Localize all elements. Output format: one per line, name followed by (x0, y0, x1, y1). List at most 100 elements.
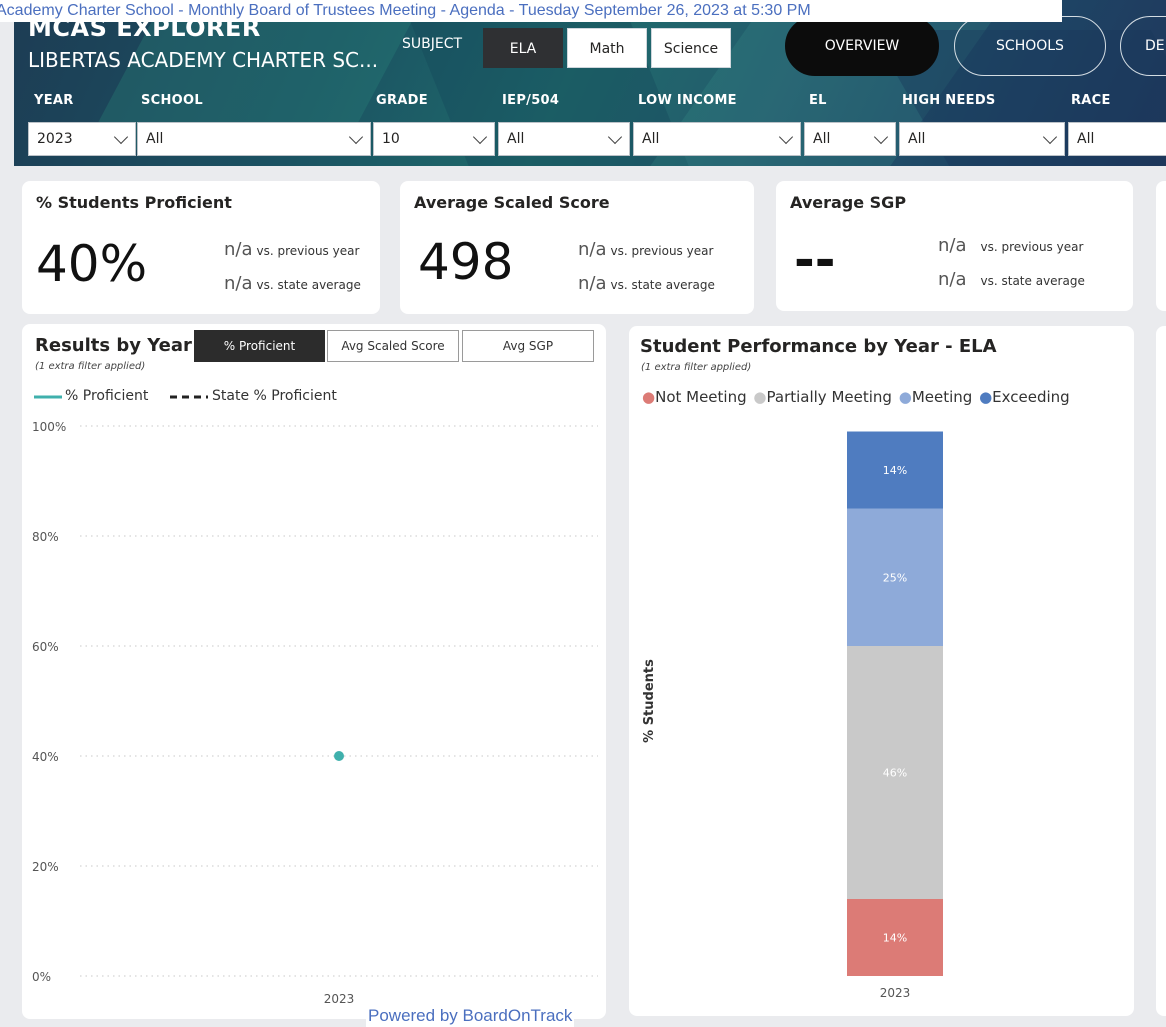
subject-button-ela[interactable]: ELA (483, 28, 563, 68)
school-name: LIBERTAS ACADEMY CHARTER SC... (28, 48, 379, 72)
kpi-state-value: n/a (938, 269, 967, 290)
legend-meeting: Meeting (911, 388, 973, 406)
filter-grade-value: 10 (382, 131, 400, 147)
bar-data-label: 46% (883, 767, 907, 780)
chevron-down-icon (113, 129, 129, 145)
filter-year-dropdown[interactable]: 2023 (28, 122, 136, 156)
filter-label-low-income: LOW INCOME (638, 93, 737, 108)
bar-data-label: 14% (883, 932, 907, 945)
chevron-down-icon (1042, 129, 1058, 145)
kpi-state-compare: n/a vs. state average (578, 273, 715, 294)
subject-button-math[interactable]: Math (567, 28, 647, 68)
filter-school-value: All (146, 131, 164, 147)
filter-label-el: EL (809, 93, 827, 108)
kpi-prev-compare: n/a vs. previous year (938, 235, 1083, 256)
legend-dashed-line-icon (170, 395, 208, 399)
x-tick-label: 2023 (880, 986, 911, 1000)
legend-exceeding: Exceeding (992, 388, 1070, 406)
y-tick-label: 20% (32, 860, 59, 874)
filter-label-race: RACE (1071, 93, 1111, 108)
filter-school-dropdown[interactable]: All (137, 122, 371, 156)
filter-iep-dropdown[interactable]: All (498, 122, 630, 156)
toggle-avg-scaled-score[interactable]: Avg Scaled Score (327, 330, 459, 362)
results-panel-title: Results by Year (35, 335, 192, 356)
filter-el-dropdown[interactable]: All (804, 122, 896, 156)
legend-dot-not-meeting: ● (642, 388, 656, 406)
filter-year-value: 2023 (37, 131, 73, 147)
legend-solid-line-icon (34, 395, 62, 399)
results-line-chart: 0% 20% 40% 60% 80% 100% 2023 (32, 420, 598, 1005)
kpi-prev-label: vs. previous year (980, 240, 1084, 254)
filter-el-value: All (813, 131, 831, 147)
subject-label: SUBJECT (402, 36, 463, 52)
chevron-down-icon (348, 129, 364, 145)
legend-state-proficient: State % Proficient (212, 388, 337, 404)
performance-legend: ●Not Meeting ●Partially Meeting ●Meeting… (642, 388, 1070, 406)
kpi-title: Average SGP (790, 193, 907, 212)
kpi-state-compare: n/a vs. state average (224, 273, 361, 294)
toggle-avg-sgp[interactable]: Avg SGP (462, 330, 594, 362)
data-point (334, 751, 344, 761)
chevron-down-icon (778, 129, 794, 145)
kpi-card-scaled-score: Average Scaled Score 498 n/a vs. previous… (400, 181, 754, 314)
filter-label-grade: GRADE (376, 93, 428, 108)
legend-not-meeting: Not Meeting (655, 388, 747, 406)
legend-proficient: % Proficient (65, 388, 149, 404)
chevron-down-icon (472, 129, 488, 145)
x-tick-label: 2023 (324, 992, 355, 1005)
chevron-down-icon (607, 129, 623, 145)
y-tick-label: 60% (32, 640, 59, 654)
filter-grade-dropdown[interactable]: 10 (373, 122, 495, 156)
legend-dot-partially-meeting: ● (753, 388, 767, 406)
bar-data-label: 14% (883, 464, 907, 477)
legend-partially-meeting: Partially Meeting (766, 388, 892, 406)
performance-panel-subtitle: (1 extra filter applied) (641, 362, 752, 373)
filter-iep-value: All (507, 131, 525, 147)
kpi-state-compare: n/a vs. state average (938, 269, 1085, 290)
kpi-prev-value: n/a (938, 235, 967, 256)
nav-overview[interactable]: OVERVIEW (785, 16, 939, 76)
kpi-prev-value: n/a (578, 239, 607, 260)
legend-dot-exceeding: ● (979, 388, 993, 406)
filter-low-income-dropdown[interactable]: All (633, 122, 801, 156)
y-tick-label: 40% (32, 750, 59, 764)
nav-schools[interactable]: SCHOOLS (954, 16, 1106, 76)
kpi-value: -- (794, 231, 836, 289)
filter-high-needs-dropdown[interactable]: All (899, 122, 1065, 156)
y-axis-label: % Students (642, 659, 657, 743)
kpi-prev-compare: n/a vs. previous year (224, 239, 359, 260)
performance-panel-title: Student Performance by Year - ELA (640, 336, 997, 357)
powered-by-footer: Powered by BoardOnTrack (366, 1005, 575, 1027)
filter-low-income-value: All (642, 131, 660, 147)
filter-label-year: YEAR (34, 93, 74, 108)
filter-label-school: SCHOOL (141, 93, 203, 108)
results-panel-subtitle: (1 extra filter applied) (35, 361, 146, 372)
meeting-banner: Academy Charter School - Monthly Board o… (0, 0, 1062, 22)
kpi-prev-label: vs. previous year (610, 244, 714, 258)
kpi-state-value: n/a (224, 273, 253, 294)
kpi-value: 498 (418, 233, 514, 291)
y-tick-label: 80% (32, 530, 59, 544)
y-tick-label: 0% (32, 970, 51, 984)
kpi-title: Average Scaled Score (414, 193, 610, 212)
bar-data-label: 25% (883, 571, 907, 584)
filter-race-dropdown[interactable]: All (1068, 122, 1166, 156)
kpi-card-proficient: % Students Proficient 40% n/a vs. previou… (22, 181, 380, 314)
kpi-prev-label: vs. previous year (256, 244, 360, 258)
toggle-proficient[interactable]: % Proficient (194, 330, 325, 362)
kpi-state-label: vs. state average (980, 274, 1085, 288)
subject-button-science[interactable]: Science (651, 28, 731, 68)
legend-dot-meeting: ● (898, 388, 912, 406)
kpi-prev-compare: n/a vs. previous year (578, 239, 713, 260)
filter-race-value: All (1077, 131, 1095, 147)
kpi-state-label: vs. state average (610, 278, 715, 292)
kpi-value: 40% (36, 235, 148, 293)
kpi-state-label: vs. state average (256, 278, 361, 292)
chevron-down-icon (873, 129, 889, 145)
kpi-card-sgp: Average SGP -- n/a vs. previous year n/a v… (776, 181, 1133, 311)
kpi-card-partial (1156, 181, 1166, 311)
y-tick-label: 100% (32, 420, 66, 434)
filter-label-iep: IEP/504 (502, 93, 560, 108)
filter-high-needs-value: All (908, 131, 926, 147)
side-panel-partial (1156, 326, 1166, 1016)
